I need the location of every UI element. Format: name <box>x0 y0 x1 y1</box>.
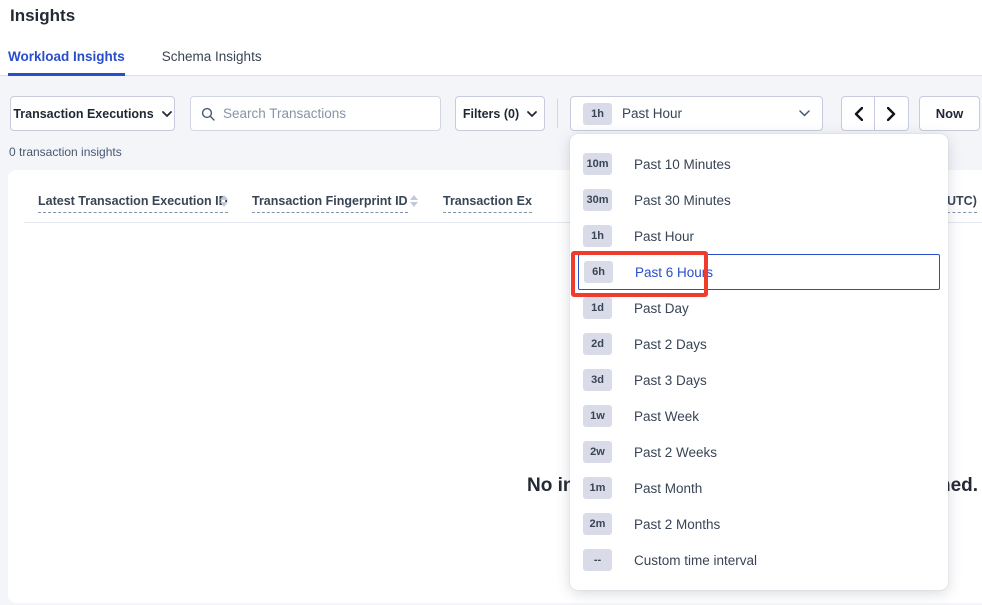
tab-bar: Workload Insights Schema Insights <box>8 47 262 76</box>
time-range-label: Past Hour <box>622 106 682 121</box>
chevron-down-icon <box>799 110 810 117</box>
time-option-custom-interval[interactable]: -- Custom time interval <box>570 542 948 578</box>
time-range-selector[interactable]: 1h Past Hour <box>570 96 823 131</box>
sort-icon[interactable] <box>410 195 418 207</box>
chevron-right-icon <box>887 107 896 121</box>
time-option-past-2-weeks[interactable]: 2w Past 2 Weeks <box>570 434 948 470</box>
filters-button[interactable]: Filters (0) <box>455 96 545 131</box>
chevron-left-icon <box>854 107 863 121</box>
time-option-past-day[interactable]: 1d Past Day <box>570 290 948 326</box>
insights-count: 0 transaction insights <box>9 145 122 159</box>
transaction-type-selector[interactable]: Transaction Executions <box>10 96 175 131</box>
tab-schema-insights[interactable]: Schema Insights <box>162 47 262 76</box>
now-label: Now <box>936 106 963 121</box>
time-option-past-30-minutes[interactable]: 30m Past 30 Minutes <box>570 182 948 218</box>
now-button[interactable]: Now <box>919 96 980 131</box>
column-header-utc[interactable]: UTC) <box>947 194 977 213</box>
filters-label: Filters (0) <box>463 107 519 121</box>
time-option-past-2-months[interactable]: 2m Past 2 Months <box>570 506 948 542</box>
chevron-down-icon <box>162 111 172 117</box>
time-option-past-3-days[interactable]: 3d Past 3 Days <box>570 362 948 398</box>
time-next-button[interactable] <box>874 96 909 131</box>
time-option-past-10-minutes[interactable]: 10m Past 10 Minutes <box>570 146 948 182</box>
time-option-past-2-days[interactable]: 2d Past 2 Days <box>570 326 948 362</box>
time-range-dropdown-menu: 10m Past 10 Minutes 30m Past 30 Minutes … <box>570 134 948 590</box>
transaction-type-label: Transaction Executions <box>13 107 153 121</box>
tab-workload-insights[interactable]: Workload Insights <box>8 47 125 76</box>
column-header-transaction-fingerprint-id[interactable]: Transaction Fingerprint ID <box>252 194 408 213</box>
column-header-transaction-execution[interactable]: Transaction Ex <box>443 194 532 213</box>
page-title: Insights <box>10 6 75 26</box>
page-header: Insights Workload Insights Schema Insigh… <box>0 0 982 76</box>
time-prev-button[interactable] <box>841 96 876 131</box>
column-header-latest-transaction-execution-id[interactable]: Latest Transaction Execution ID <box>38 194 228 213</box>
toolbar-divider <box>557 99 558 128</box>
search-box[interactable] <box>190 96 441 131</box>
time-range-badge: 1h <box>583 103 612 125</box>
empty-state-text-left: No in <box>527 475 575 497</box>
sort-icon[interactable] <box>220 195 228 207</box>
chevron-down-icon <box>527 111 537 117</box>
time-option-past-hour[interactable]: 1h Past Hour <box>570 218 948 254</box>
time-option-past-month[interactable]: 1m Past Month <box>570 470 948 506</box>
search-icon <box>201 107 215 121</box>
time-option-past-week[interactable]: 1w Past Week <box>570 398 948 434</box>
search-input[interactable] <box>223 106 430 121</box>
time-option-past-6-hours[interactable]: 6h Past 6 Hours <box>578 254 940 290</box>
